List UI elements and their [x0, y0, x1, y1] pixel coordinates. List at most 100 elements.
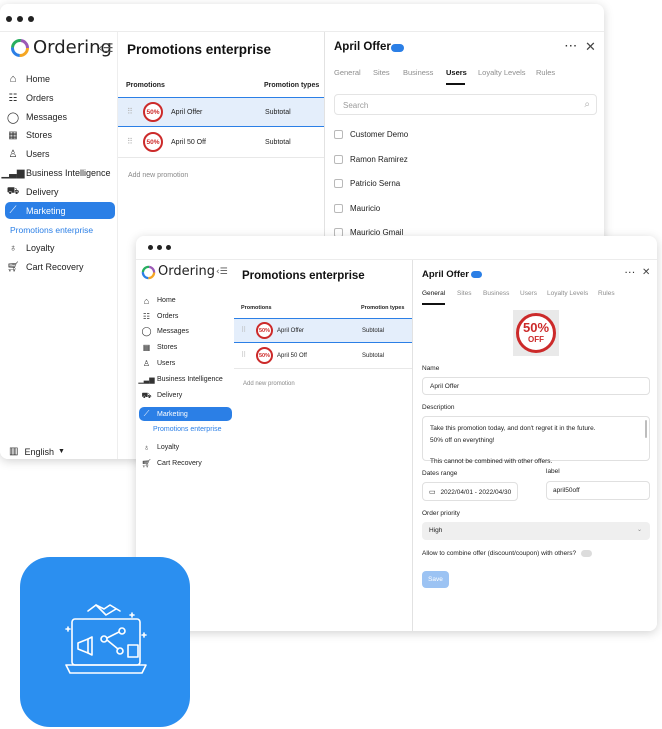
truck-icon: ⛟	[6, 185, 20, 197]
tab-users[interactable]: Users	[520, 290, 537, 297]
front-main: Promotions enterprise Promotions Promoti…	[234, 260, 412, 631]
tab-general[interactable]: General	[334, 68, 361, 77]
table-row[interactable]: ⠿ 50% April 50 Off Subtotal	[118, 128, 324, 158]
label-label: label	[546, 468, 560, 475]
sidebar-item-users[interactable]: ♙ Users	[141, 356, 231, 371]
label-field[interactable]: april50off	[546, 481, 650, 500]
sidebar-item-marketing[interactable]: ⟋ Marketing	[139, 407, 232, 421]
sidebar-item-loyalty[interactable]: ♁ Loyalty	[6, 239, 114, 257]
save-button[interactable]: Save	[422, 571, 449, 588]
bar-chart-icon: ▁▃▆	[138, 376, 155, 384]
sidebar-item-label: Delivery	[157, 392, 183, 399]
more-options-icon[interactable]: ···	[565, 41, 578, 52]
sidebar-item-cart-recovery[interactable]: 🛒︎ Cart Recovery	[141, 456, 231, 471]
close-icon[interactable]: ✕	[642, 267, 650, 278]
language-selector[interactable]: ▥ English ▼	[9, 446, 65, 457]
drag-handle-icon[interactable]: ⠿	[127, 107, 133, 116]
sidebar-item-messages[interactable]: ◯ Messages	[141, 324, 231, 339]
checkbox[interactable]	[334, 204, 343, 213]
language-label: English	[24, 446, 54, 457]
sidebar-item-delivery[interactable]: ⛟ Delivery	[6, 183, 114, 201]
truck-icon: ⛟	[141, 390, 152, 400]
user-check-item[interactable]: Ramon Ramirez	[334, 155, 408, 164]
promotion-image[interactable]: 50% OFF	[513, 310, 559, 356]
sidebar-item-business-intelligence[interactable]: ▁▃▆ Business Intelligence	[1, 164, 114, 182]
tab-business[interactable]: Business	[403, 68, 433, 77]
name-field[interactable]: April Offer	[422, 377, 650, 395]
sidebar-item-stores[interactable]: ▦ Stores	[6, 126, 114, 144]
sidebar-item-orders[interactable]: ☷ Orders	[6, 89, 114, 107]
tab-business[interactable]: Business	[483, 290, 509, 297]
sidebar-item-home[interactable]: ⌂ Home	[6, 70, 114, 88]
priority-label: Order priority	[422, 510, 460, 517]
sidebar-item-cart-recovery[interactable]: 🛒︎ Cart Recovery	[6, 258, 114, 276]
sidebar-item-marketing[interactable]: ⟋ Marketing	[5, 202, 115, 219]
users-icon: ♙	[8, 148, 18, 160]
window-dot[interactable]	[6, 16, 12, 22]
sidebar-item-messages[interactable]: ◯ Messages	[6, 108, 114, 126]
tab-general[interactable]: General	[422, 290, 445, 297]
search-placeholder: Search	[343, 101, 369, 110]
add-promotion-link[interactable]: Add new promotion	[243, 381, 295, 387]
active-tab-indicator	[422, 303, 445, 305]
dates-range-field[interactable]: ▭ 2022/04/01 - 2022/04/30	[422, 482, 518, 501]
sidebar-item-users[interactable]: ♙ Users	[6, 145, 114, 163]
drag-handle-icon[interactable]: ⠿	[241, 326, 246, 334]
store-icon: ▦	[8, 129, 18, 141]
table-row[interactable]: ⠿ 50% April 50 Off Subtotal	[234, 344, 412, 369]
tab-loyalty-levels[interactable]: Loyalty Levels	[547, 290, 588, 297]
promotion-type: Subtotal	[265, 139, 291, 146]
window-dot[interactable]	[17, 16, 23, 22]
line-chart-icon: ⟋	[9, 205, 17, 216]
tab-rules[interactable]: Rules	[598, 290, 615, 297]
sidebar-item-orders[interactable]: ☷ Orders	[141, 309, 231, 324]
user-check-item[interactable]: Mauricio	[334, 204, 380, 213]
add-promotion-link[interactable]: Add new promotion	[128, 172, 188, 179]
window-dot[interactable]	[157, 245, 162, 250]
drag-handle-icon[interactable]: ⠿	[127, 137, 133, 146]
front-detail-panel: April Offer ··· ✕ General Sites Business…	[412, 260, 657, 631]
combine-toggle[interactable]	[581, 550, 592, 557]
collapse-menu-icon[interactable]: ‹☰	[216, 267, 228, 277]
user-check-item[interactable]: Patricio Serna	[334, 179, 400, 188]
home-icon: ⌂	[9, 73, 17, 85]
window-dot[interactable]	[148, 245, 153, 250]
user-check-item[interactable]: Customer Demo	[334, 130, 408, 139]
marketing-app-tile	[20, 557, 190, 727]
sidebar-subitem-promotions[interactable]: Promotions enterprise	[10, 225, 93, 235]
tab-rules[interactable]: Rules	[536, 68, 555, 77]
sidebar-item-delivery[interactable]: ⛟ Delivery	[141, 388, 231, 403]
textarea-scrollbar[interactable]	[645, 420, 647, 438]
dates-label: Dates range	[422, 470, 458, 477]
ordering-logo-icon	[141, 265, 156, 280]
tab-sites[interactable]: Sites	[457, 290, 471, 297]
enable-toggle[interactable]	[391, 44, 404, 52]
checkbox[interactable]	[334, 179, 343, 188]
tab-sites[interactable]: Sites	[373, 68, 390, 77]
window-dot[interactable]	[28, 16, 34, 22]
sidebar-item-loyalty[interactable]: ♁ Loyalty	[141, 440, 231, 455]
sidebar-subitem-promotions[interactable]: Promotions enterprise	[153, 426, 221, 433]
tab-users[interactable]: Users	[446, 68, 467, 77]
window-dot[interactable]	[166, 245, 171, 250]
close-icon[interactable]: ✕	[585, 39, 596, 55]
table-row[interactable]: ⠿ 50% April Offer Subtotal	[118, 97, 324, 127]
enable-toggle[interactable]	[471, 271, 482, 278]
promotion-name: April 50 Off	[171, 139, 206, 146]
priority-select[interactable]: High ⌄	[422, 522, 650, 540]
more-options-icon[interactable]: ···	[625, 268, 636, 277]
description-field[interactable]: Take this promotion today, and don't reg…	[422, 416, 650, 465]
users-icon: ♙	[142, 359, 151, 368]
table-row[interactable]: ⠿ 50% April Offer Subtotal	[234, 318, 412, 343]
sidebar-item-business-intelligence[interactable]: ▁▃▆ Business Intelligence	[138, 372, 231, 387]
sidebar-item-home[interactable]: ⌂ Home	[141, 293, 231, 308]
tab-loyalty-levels[interactable]: Loyalty Levels	[478, 68, 526, 77]
sidebar-item-stores[interactable]: ▦ Stores	[141, 340, 231, 355]
checkbox[interactable]	[334, 155, 343, 164]
column-header: Promotion types	[264, 82, 320, 89]
drag-handle-icon[interactable]: ⠿	[241, 351, 246, 359]
users-search-input[interactable]: Search ⌕	[334, 94, 597, 115]
checkbox[interactable]	[334, 130, 343, 139]
collapse-menu-icon[interactable]: ‹☰	[98, 41, 114, 55]
description-line	[430, 447, 642, 456]
